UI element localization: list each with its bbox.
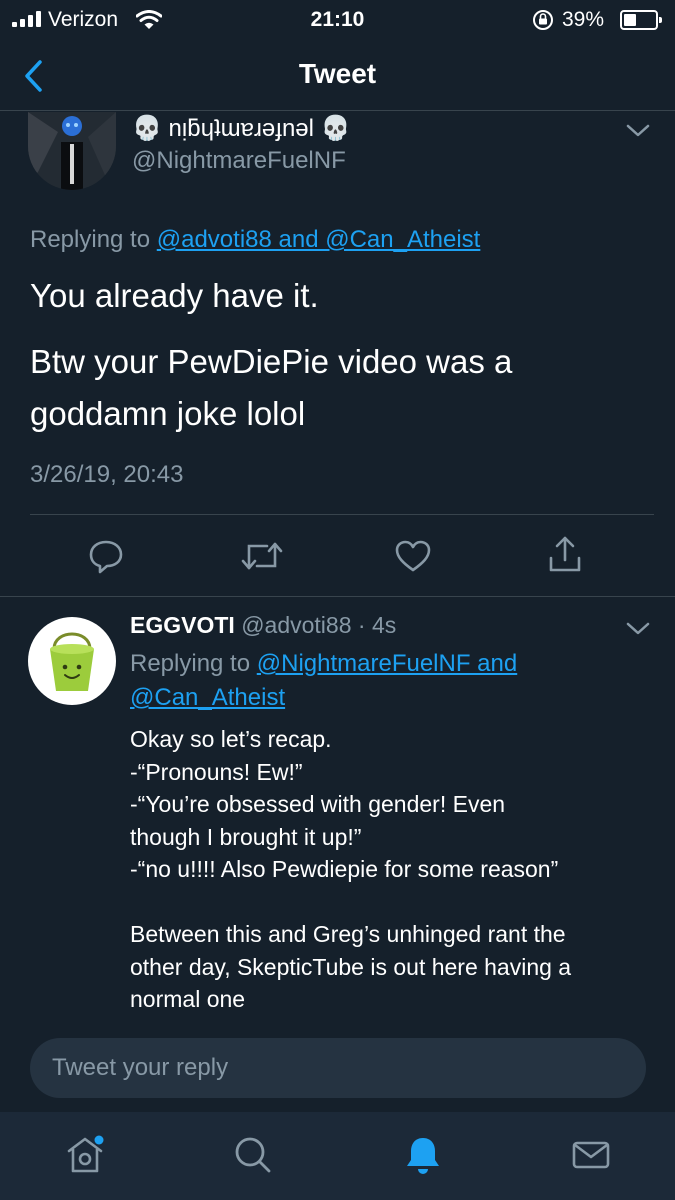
tab-notifications[interactable] [398, 1130, 448, 1180]
tab-home[interactable] [60, 1130, 110, 1180]
tweet-text: You already have it. Btw your PewDiePie … [30, 270, 512, 440]
reply-text-line: -“no u!!!! Also Pewdiepie for some reaso… [130, 856, 559, 882]
thread-divider [0, 596, 675, 597]
replying-to: Replying to @NightmareFuelNF and @Can_At… [130, 647, 610, 715]
replying-to: Replying to @advoti88 and @Can_Atheist [30, 226, 480, 254]
reply-display-name[interactable]: EGGVOTI [130, 612, 235, 638]
share-icon[interactable] [545, 534, 585, 576]
reply-text-line [130, 886, 660, 919]
avatar-image [28, 112, 116, 190]
reply-text-line: other day, SkepticTube is out here havin… [130, 953, 572, 980]
reply-text-line: -“You’re obsessed with gender! Even [130, 791, 506, 817]
tweet-actions [0, 532, 675, 582]
bucket-avatar-image [50, 632, 94, 691]
page-title: Tweet [298, 58, 377, 89]
battery-percentage: 39% [562, 8, 605, 31]
tab-bar [0, 1112, 675, 1200]
reply-text-line: though I brought it up!” [130, 823, 362, 850]
reply-text-line: Between this and Greg’s unhinged rant th… [130, 921, 566, 947]
chevron-down-icon[interactable] [624, 620, 652, 638]
search-icon [235, 1137, 271, 1173]
tweet-divider [30, 514, 654, 515]
reply-text: Okay so let’s recap. -“Pronouns! Ew!” -“… [130, 723, 660, 1016]
author-display-name[interactable]: 💀 nᴉƃɥʇɯɐɹǝɟnǝl 💀 [132, 114, 351, 143]
reply-handle[interactable]: @advoti88 [241, 612, 351, 638]
nav-divider [0, 110, 675, 111]
tweet-timestamp: 3/26/19, 20:43 [30, 461, 184, 488]
orientation-lock-icon [533, 10, 553, 30]
replying-to-link[interactable]: @NightmareFuelNF and [257, 650, 517, 677]
author-handle[interactable]: @NightmareFuelNF [132, 147, 346, 175]
home-icon [67, 1135, 104, 1173]
reply-author[interactable]: EGGVOTI @advoti88 · 4s [130, 612, 396, 639]
chevron-down-icon[interactable] [624, 122, 652, 140]
notifications-icon [407, 1138, 439, 1174]
replying-to-link[interactable]: @Can_Atheist [130, 684, 285, 711]
tweet-text-line: Btw your PewDiePie video was a [30, 343, 513, 380]
navigation-bar: Tweet [0, 44, 675, 110]
reply-icon[interactable] [86, 536, 126, 576]
reply-text-line: -“Pronouns! Ew!” [130, 758, 303, 785]
status-bar: Verizon 21:10 39% [0, 0, 675, 40]
reply-text-line: Okay so let’s recap. [130, 726, 332, 752]
avatar[interactable] [28, 617, 116, 705]
retweet-icon[interactable] [240, 538, 284, 574]
tweet-text-line: goddamn joke lolol [30, 395, 306, 432]
replying-to-prefix: Replying to [30, 226, 157, 253]
tab-search[interactable] [228, 1130, 278, 1180]
battery-icon [620, 10, 662, 30]
reply-input[interactable] [30, 1038, 646, 1098]
tab-messages[interactable] [566, 1130, 616, 1180]
replying-to-prefix: Replying to [130, 650, 257, 677]
messages-icon [572, 1141, 610, 1169]
replying-to-link[interactable]: @advoti88 and @Can_Atheist [157, 226, 481, 253]
reply-age: · 4s [351, 612, 397, 638]
like-icon[interactable] [393, 536, 433, 576]
avatar[interactable] [28, 112, 116, 190]
reply-text-line: normal one [130, 986, 246, 1012]
tweet-text-line: You already have it. [30, 277, 319, 314]
